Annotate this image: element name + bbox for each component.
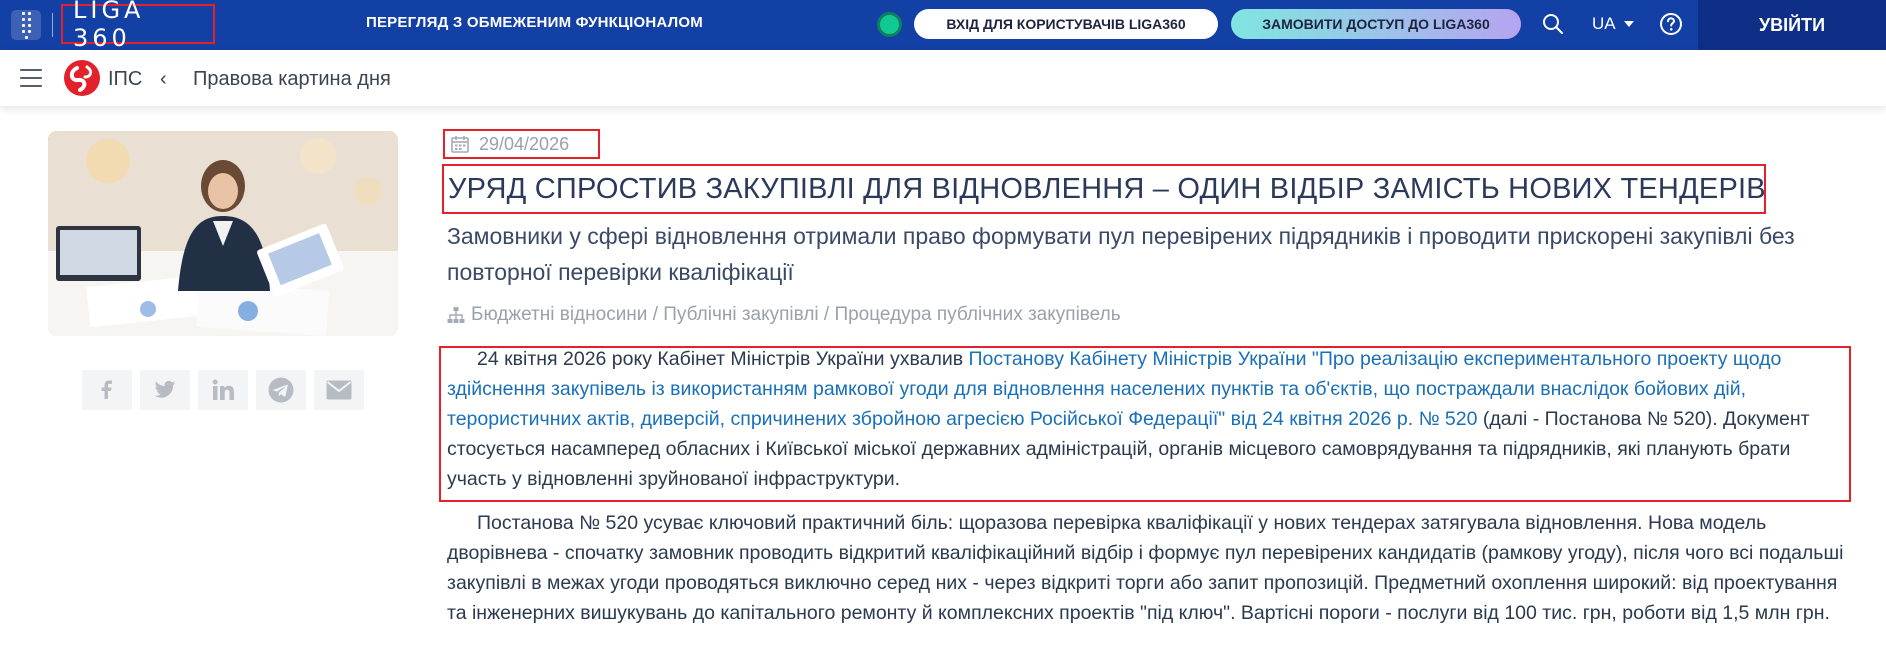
order-access-button[interactable]: ЗАМОВИТИ ДОСТУП ДО LIGA360 (1231, 9, 1521, 39)
language-label: UA (1592, 14, 1616, 33)
article-headline: УРЯД СПРОСТИВ ЗАКУПІВЛІ ДЛЯ ВІДНОВЛЕННЯ … (448, 172, 1766, 205)
twitter-icon[interactable] (140, 370, 190, 410)
login-button[interactable]: УВІЙТИ (1698, 0, 1886, 50)
divider (52, 13, 53, 37)
calendar-icon (451, 136, 469, 153)
logo-text: LIGA 360 (73, 0, 145, 52)
paragraph-text: 24 квітня 2026 року Кабінет Міністрів Ук… (477, 348, 969, 370)
hamburger-menu-icon[interactable] (20, 69, 42, 87)
article-subtitle: Замовники у сфері відновлення отримали п… (447, 223, 1795, 285)
status-indicator (877, 12, 902, 37)
share-buttons (82, 370, 364, 410)
email-icon[interactable] (314, 370, 364, 410)
article-paragraph: 24 квітня 2026 року Кабінет Міністрів Ук… (447, 344, 1847, 494)
ips-link[interactable]: ІПС (108, 68, 142, 91)
article-image (48, 131, 398, 336)
date-text: 29/04/2026 (479, 133, 570, 154)
chevron-down-icon (1623, 21, 1634, 27)
headline-container: УРЯД СПРОСТИВ ЗАКУПІВЛІ ДЛЯ ВІДНОВЛЕННЯ … (442, 164, 1766, 214)
article-paragraph: Постанова № 520 усуває ключовий практичн… (447, 512, 1844, 624)
apps-grid-icon[interactable] (11, 10, 41, 40)
help-icon[interactable] (1659, 12, 1683, 36)
linkedin-icon[interactable] (198, 370, 248, 410)
liga360-logo[interactable]: LIGA 360 (61, 0, 215, 52)
section-title: Правова картина дня (193, 68, 391, 90)
top-bar: LIGA 360 ПЕРЕГЛЯД З ОБМЕЖЕНИМ ФУНКЦІОНАЛ… (0, 0, 1886, 52)
ips-logo-icon[interactable] (63, 59, 101, 97)
login-users-button[interactable]: ВХІД ДЛЯ КОРИСТУВАЧІВ LIGA360 (914, 9, 1218, 39)
telegram-icon[interactable] (256, 370, 306, 410)
navigation-bar: ІПС ‹ Правова картина дня (0, 50, 1886, 106)
restricted-mode-label: ПЕРЕГЛЯД З ОБМЕЖЕНИМ ФУНКЦІОНАЛОМ (366, 14, 703, 31)
breadcrumb-text[interactable]: Бюджетні відносини / Публічні закупівлі … (471, 304, 1121, 326)
article-date: 29/04/2026 (443, 129, 600, 159)
category-breadcrumb: Бюджетні відносини / Публічні закупівлі … (447, 304, 1121, 326)
language-selector[interactable]: UA (1592, 14, 1634, 34)
sitemap-icon (447, 307, 465, 323)
facebook-icon[interactable] (82, 370, 132, 410)
search-icon[interactable] (1542, 13, 1564, 35)
chevron-left-icon[interactable]: ‹ (160, 68, 167, 91)
